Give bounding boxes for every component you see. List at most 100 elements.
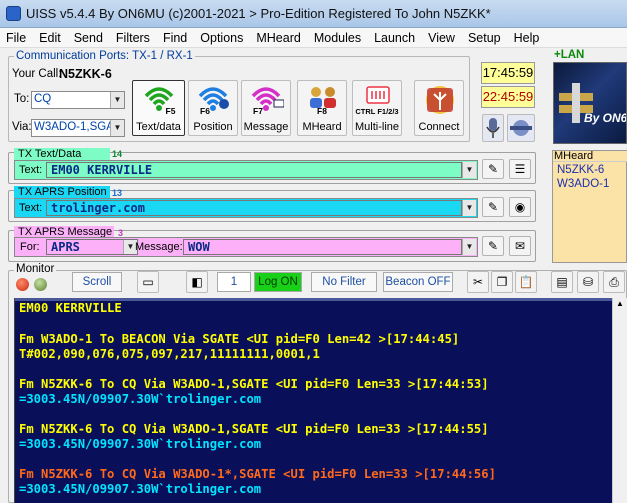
log-line: Fm N5ZKK-6 To CQ Via W3ADO-1,SGATE <UI p…: [19, 422, 489, 436]
log-line: Fm W3ADO-1 To BEACON Via SGATE <UI pid=F…: [19, 332, 460, 346]
tx-msg-bar: For: APRS ▼ Message: WOW ▼: [14, 237, 478, 257]
computer-icon[interactable]: ▭: [137, 271, 159, 293]
to-select[interactable]: CQ ▼: [31, 91, 125, 109]
message-input[interactable]: WOW: [183, 239, 462, 255]
menu-bar: File Edit Send Filters Find Options MHea…: [0, 28, 627, 48]
via-select[interactable]: W3ADO-1,SGATE ▼: [31, 119, 125, 137]
mheard-key: F8: [317, 106, 327, 116]
to-value: CQ: [34, 93, 52, 105]
chevron-down-icon[interactable]: ▼: [462, 200, 476, 216]
your-call-label: Your Call:: [12, 68, 62, 80]
mheard-panel: MHeard N5ZKK-6 W3ADO-1: [552, 150, 627, 263]
tx-pos-bar: Text: trolinger.com ▼: [14, 198, 478, 218]
log-button[interactable]: Log ON: [254, 272, 302, 292]
multiline-icon: [366, 86, 390, 104]
tx-text-field-label: Text:: [19, 164, 43, 176]
microphone-icon[interactable]: [482, 114, 504, 142]
for-input[interactable]: APRS ▼: [46, 239, 138, 255]
mheard-label: MHeard: [302, 121, 342, 133]
mheard-entry[interactable]: N5ZKK-6: [557, 164, 604, 176]
mheard-button[interactable]: F8 MHeard: [297, 80, 347, 136]
tx-pos-count: 13: [112, 188, 123, 198]
paste-icon[interactable]: 📋: [515, 271, 537, 293]
cut-icon[interactable]: ✂: [467, 271, 489, 293]
log-line: Fm N5ZKK-6 To CQ Via W3ADO-1*,SGATE <UI …: [19, 467, 496, 481]
message-label: Message: [243, 121, 289, 133]
monitor-label: Monitor: [14, 263, 57, 275]
log-line: Fm N5ZKK-6 To CQ Via W3ADO-1,SGATE <UI p…: [19, 377, 489, 391]
your-call-value: N5ZKK-6: [59, 67, 112, 81]
log-line: EM00 KERRVILLE: [19, 301, 122, 315]
message-key: F7: [253, 106, 263, 116]
connect-button[interactable]: Connect: [414, 80, 464, 136]
tx-text-input[interactable]: EM00 KERRVILLE: [46, 162, 462, 178]
menu-file[interactable]: File: [0, 28, 33, 47]
list-text-button[interactable]: ☰: [509, 159, 531, 179]
log-line: =3003.45N/09907.30W`trolinger.com: [19, 392, 262, 406]
menu-help[interactable]: Help: [508, 28, 547, 47]
database-icon[interactable]: ⛁: [577, 271, 599, 293]
antenna-icon: [426, 86, 454, 114]
log-line: T#002,090,076,075,097,217,11111111,0001,…: [19, 347, 320, 361]
chevron-up-icon[interactable]: ▲: [614, 299, 626, 313]
tx-pos-value: trolinger.com: [51, 201, 145, 215]
utc-clock: 22:45:59: [481, 86, 535, 108]
edit-msg-button[interactable]: ✎: [482, 236, 504, 256]
mheard-entry[interactable]: W3ADO-1: [557, 178, 609, 190]
menu-setup[interactable]: Setup: [462, 28, 508, 47]
message-button[interactable]: F7 Message: [241, 80, 291, 136]
menu-view[interactable]: View: [422, 28, 462, 47]
log-line: =3003.45N/09907.30W`trolinger.com: [19, 482, 262, 496]
mheard-header: MHeard: [553, 150, 627, 162]
edit-text-button[interactable]: ✎: [482, 159, 504, 179]
monitor-scrollbar[interactable]: ▲: [612, 298, 627, 503]
menu-options[interactable]: Options: [194, 28, 250, 47]
window-icon[interactable]: ◧: [186, 271, 208, 293]
menu-find[interactable]: Find: [157, 28, 194, 47]
copy-icon[interactable]: ❐: [491, 271, 513, 293]
scroll-button[interactable]: Scroll: [72, 272, 122, 292]
tx-pos-input[interactable]: trolinger.com: [46, 200, 462, 216]
log-line: =3003.45N/09907.30W`trolinger.com: [19, 437, 262, 451]
lan-label: +LAN: [554, 49, 585, 61]
app-icon: [6, 6, 21, 21]
tx-text-count: 14: [112, 149, 123, 159]
tx-text-value: EM00 KERRVILLE: [51, 163, 153, 177]
beacon-button[interactable]: Beacon OFF: [383, 272, 453, 292]
lan-by-text: By ON6: [584, 111, 627, 125]
chevron-down-icon[interactable]: ▼: [110, 92, 124, 108]
to-label: To:: [14, 93, 30, 105]
chevron-down-icon[interactable]: ▼: [110, 120, 124, 136]
position-label: Position: [193, 121, 233, 133]
edit-pos-button[interactable]: ✎: [482, 197, 504, 217]
via-label: Via:: [12, 121, 32, 133]
tx-text-bar: Text: EM00 KERRVILLE ▼: [14, 160, 478, 180]
print-icon[interactable]: ⎙: [603, 271, 625, 293]
multiline-button[interactable]: CTRL F1/2/3 Multi-line: [352, 80, 402, 136]
satellite-icon[interactable]: [507, 114, 535, 142]
local-clock: 17:45:59: [481, 62, 535, 84]
status-light-green-icon: [34, 278, 47, 291]
menu-edit[interactable]: Edit: [33, 28, 68, 47]
monitor-log[interactable]: EM00 KERRVILLE Fm W3ADO-1 To BEACON Via …: [14, 298, 612, 503]
save-icon[interactable]: ▤: [551, 271, 573, 293]
chevron-down-icon[interactable]: ▼: [462, 162, 476, 178]
textdata-button[interactable]: F5 Text/data: [132, 80, 185, 136]
filter-button[interactable]: No Filter: [311, 272, 377, 292]
envelope-icon[interactable]: ✉: [509, 236, 531, 256]
menu-launch[interactable]: Launch: [368, 28, 422, 47]
title-bar: UISS v5.4.4 By ON6MU (c)2001-2021 > Pro-…: [0, 0, 627, 28]
iss-image: By ON6: [553, 62, 627, 144]
multiline-label: Multi-line: [354, 121, 399, 133]
textdata-label: Text/data: [136, 121, 181, 133]
multiline-key: CTRL F1/2/3: [355, 107, 399, 116]
menu-mheard[interactable]: MHeard: [250, 28, 307, 47]
chevron-down-icon[interactable]: ▼: [462, 239, 476, 255]
message-value: WOW: [188, 240, 210, 254]
menu-modules[interactable]: Modules: [308, 28, 368, 47]
globe-icon[interactable]: ◉: [509, 197, 531, 217]
position-button[interactable]: F6 Position: [188, 80, 238, 136]
counter-field[interactable]: 1: [217, 272, 251, 292]
menu-send[interactable]: Send: [68, 28, 110, 47]
menu-filters[interactable]: Filters: [110, 28, 157, 47]
